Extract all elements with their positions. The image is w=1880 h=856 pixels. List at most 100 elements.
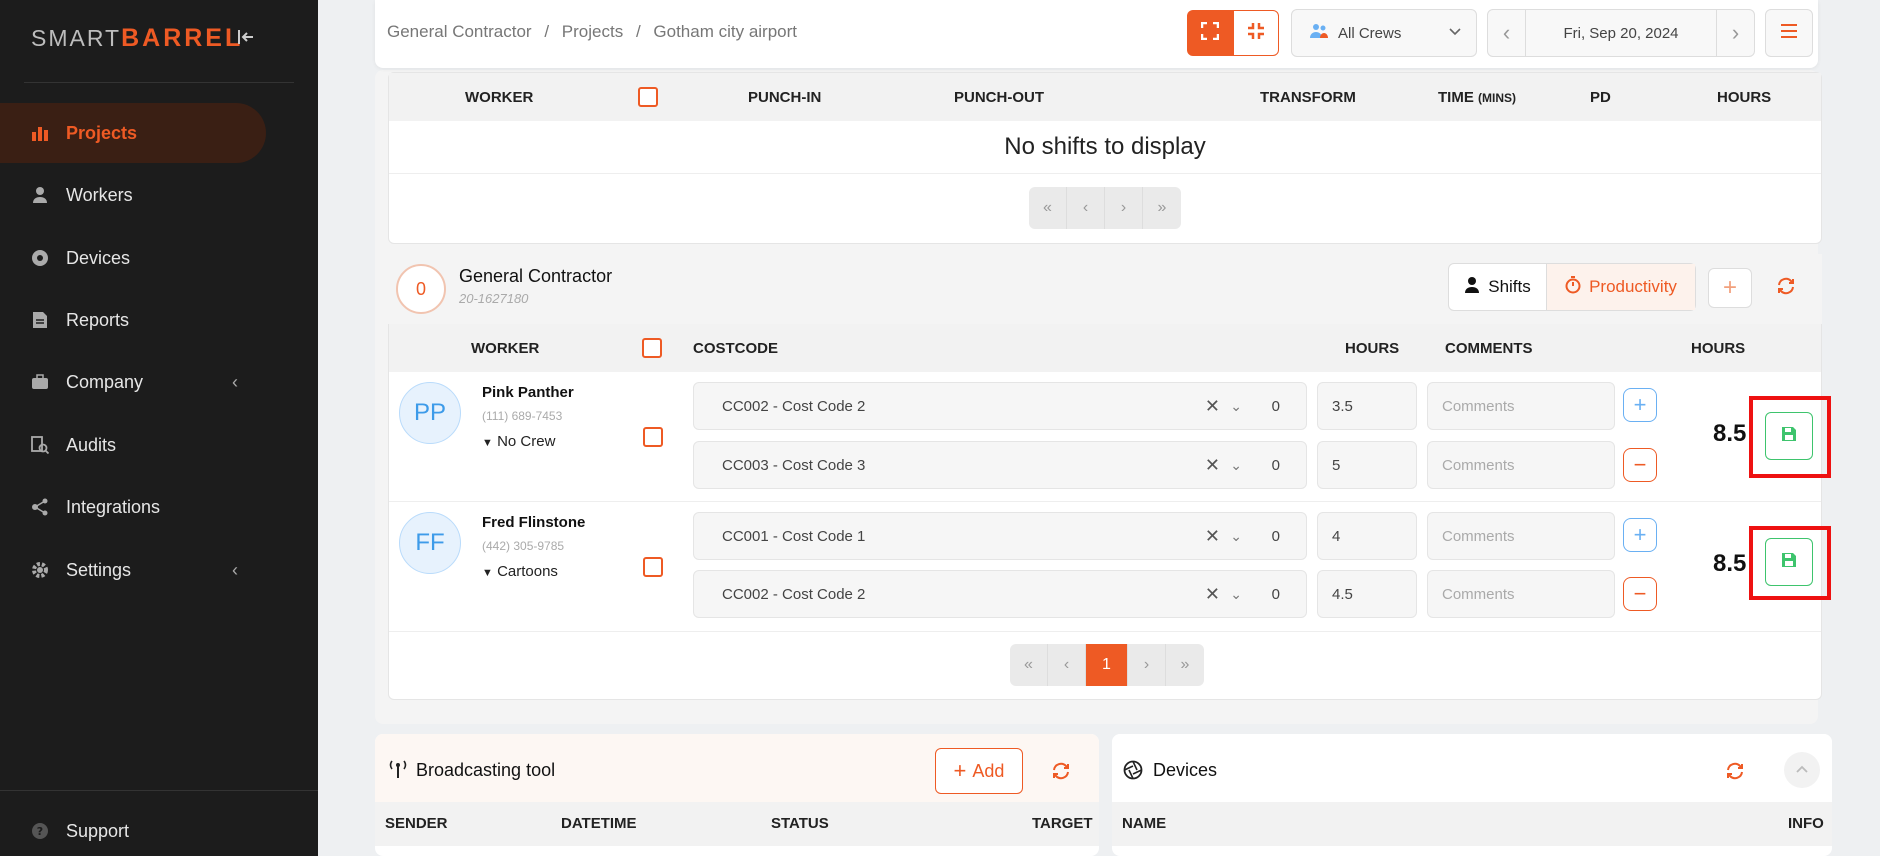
pager-next[interactable]: ›: [1128, 644, 1166, 686]
expand-button[interactable]: [1187, 10, 1233, 56]
add-row-button[interactable]: +: [1623, 388, 1657, 422]
devices-title: Devices: [1153, 760, 1218, 780]
sidebar-item-support[interactable]: ? Support: [0, 801, 266, 856]
productivity-tab[interactable]: Productivity: [1547, 264, 1695, 310]
company-count-badge: 0: [396, 264, 446, 314]
sidebar-item-integrations[interactable]: Integrations: [0, 477, 266, 537]
plus-icon: +: [1633, 392, 1647, 417]
add-row-button[interactable]: +: [1623, 518, 1657, 552]
chevron-down-icon[interactable]: ⌄: [1230, 457, 1242, 474]
sidebar-item-projects[interactable]: Projects: [0, 103, 266, 163]
sidebar-item-label: Reports: [66, 309, 130, 330]
col-pd: PD: [1590, 88, 1611, 106]
worker-name[interactable]: Fred Flinstone: [482, 514, 585, 531]
pager-next[interactable]: ›: [1105, 187, 1143, 229]
worker-checkbox[interactable]: [643, 427, 663, 452]
comments-input[interactable]: Comments: [1427, 441, 1615, 489]
pager-last[interactable]: »: [1143, 187, 1181, 229]
pager-prev[interactable]: ‹: [1067, 187, 1105, 229]
costcode-select[interactable]: CC001 - Cost Code 1 ✕ ⌄ 0: [693, 512, 1307, 560]
comments-input[interactable]: Comments: [1427, 570, 1615, 618]
col-info: INFO: [1788, 815, 1824, 832]
chart-icon: [30, 123, 50, 143]
report-icon: [30, 310, 50, 330]
refresh-icon[interactable]: [1051, 761, 1071, 786]
save-button[interactable]: [1765, 538, 1813, 586]
empty-message: No shifts to display: [1004, 133, 1206, 160]
next-date-button[interactable]: ›: [1716, 10, 1754, 56]
sidebar-item-settings[interactable]: Settings ‹: [0, 540, 266, 600]
worker-name[interactable]: Pink Panther: [482, 384, 574, 401]
logo[interactable]: SMART BARREL: [31, 22, 243, 54]
refresh-icon[interactable]: [1725, 761, 1745, 786]
prev-date-button[interactable]: ‹: [1488, 10, 1526, 56]
select-all-checkbox[interactable]: [642, 338, 662, 362]
pager-prev[interactable]: ‹: [1048, 644, 1086, 686]
clear-icon[interactable]: ✕: [1205, 584, 1220, 605]
worker-crew[interactable]: ▼ No Crew: [482, 433, 555, 450]
clear-icon[interactable]: ✕: [1205, 526, 1220, 547]
chevron-down-icon[interactable]: ⌄: [1230, 398, 1242, 415]
crews-select-value: All Crews: [1338, 24, 1402, 42]
sidebar-item-devices[interactable]: Devices: [0, 228, 266, 288]
clear-icon[interactable]: ✕: [1205, 455, 1220, 476]
pager-last[interactable]: »: [1166, 644, 1204, 686]
sidebar-item-workers[interactable]: Workers: [0, 165, 266, 225]
hours-input[interactable]: 4: [1317, 512, 1417, 560]
chevron-down-icon[interactable]: ⌄: [1230, 528, 1242, 545]
add-broadcast-button[interactable]: + Add: [935, 748, 1023, 794]
comments-input[interactable]: Comments: [1427, 382, 1615, 430]
chevron-down-icon: [1448, 24, 1462, 42]
worker-icon: [30, 185, 50, 205]
shifts-tab[interactable]: Shifts: [1449, 264, 1547, 310]
costcode-count: 0: [1271, 397, 1280, 415]
chevron-left-icon: ‹: [232, 371, 238, 392]
refresh-button[interactable]: [1764, 268, 1808, 308]
add-worker-button[interactable]: +: [1708, 268, 1752, 308]
sidebar-item-audits[interactable]: Audits: [0, 415, 266, 475]
sidebar-item-label: Audits: [66, 434, 117, 455]
save-button[interactable]: [1765, 412, 1813, 460]
collapse-sidebar-icon[interactable]: [236, 27, 256, 47]
worker-checkbox[interactable]: [643, 557, 663, 582]
compress-button[interactable]: [1233, 10, 1279, 56]
collapse-panel-button[interactable]: [1784, 752, 1820, 788]
worker-crew[interactable]: ▼ Cartoons: [482, 563, 558, 580]
worker-row: PP Pink Panther (111) 689-7453 ▼ No Crew…: [389, 372, 1831, 502]
expand-icon: [1200, 21, 1220, 45]
col-transform: TRANSFORM: [1260, 88, 1356, 106]
sidebar-item-label: Settings: [66, 559, 132, 580]
remove-row-button[interactable]: −: [1623, 448, 1657, 482]
costcode-select[interactable]: CC002 - Cost Code 2 ✕ ⌄ 0: [693, 570, 1307, 618]
worker-phone: (111) 689-7453: [482, 409, 563, 423]
costcode-select[interactable]: CC002 - Cost Code 2 ✕ ⌄ 0: [693, 382, 1307, 430]
col-datetime: DATETIME: [561, 815, 637, 832]
worker-total-hours: 8.5: [1713, 550, 1747, 577]
sidebar-item-reports[interactable]: Reports: [0, 290, 266, 350]
pager-first[interactable]: «: [1010, 644, 1048, 686]
pager-first[interactable]: «: [1029, 187, 1067, 229]
add-broadcast-label: Add: [972, 760, 1005, 781]
sidebar: SMART BARREL Projects Workers Devices Re…: [0, 0, 318, 856]
sidebar-item-label: Workers: [66, 184, 133, 205]
date-picker[interactable]: ‹ Fri, Sep 20, 2024 ›: [1487, 9, 1755, 57]
comments-input[interactable]: Comments: [1427, 512, 1615, 560]
pager-page-1[interactable]: 1: [1086, 644, 1128, 686]
hours-input[interactable]: 5: [1317, 441, 1417, 489]
hours-input[interactable]: 4.5: [1317, 570, 1417, 618]
crews-select[interactable]: All Crews: [1291, 9, 1477, 57]
menu-button[interactable]: [1765, 9, 1813, 57]
select-all-checkbox[interactable]: [638, 87, 658, 111]
hours-input[interactable]: 3.5: [1317, 382, 1417, 430]
sidebar-item-label: Support: [66, 820, 130, 841]
clear-icon[interactable]: ✕: [1205, 396, 1220, 417]
worker-total-hours: 8.5: [1713, 420, 1747, 447]
remove-row-button[interactable]: −: [1623, 577, 1657, 611]
sidebar-item-company[interactable]: Company ‹: [0, 352, 266, 412]
costcode-select[interactable]: CC003 - Cost Code 3 ✕ ⌄ 0: [693, 441, 1307, 489]
breadcrumb-projects[interactable]: Projects: [562, 22, 623, 41]
date-value[interactable]: Fri, Sep 20, 2024: [1526, 25, 1716, 42]
chevron-down-icon[interactable]: ⌄: [1230, 586, 1242, 603]
plus-icon: +: [1633, 522, 1647, 547]
breadcrumb-company[interactable]: General Contractor: [387, 22, 532, 41]
